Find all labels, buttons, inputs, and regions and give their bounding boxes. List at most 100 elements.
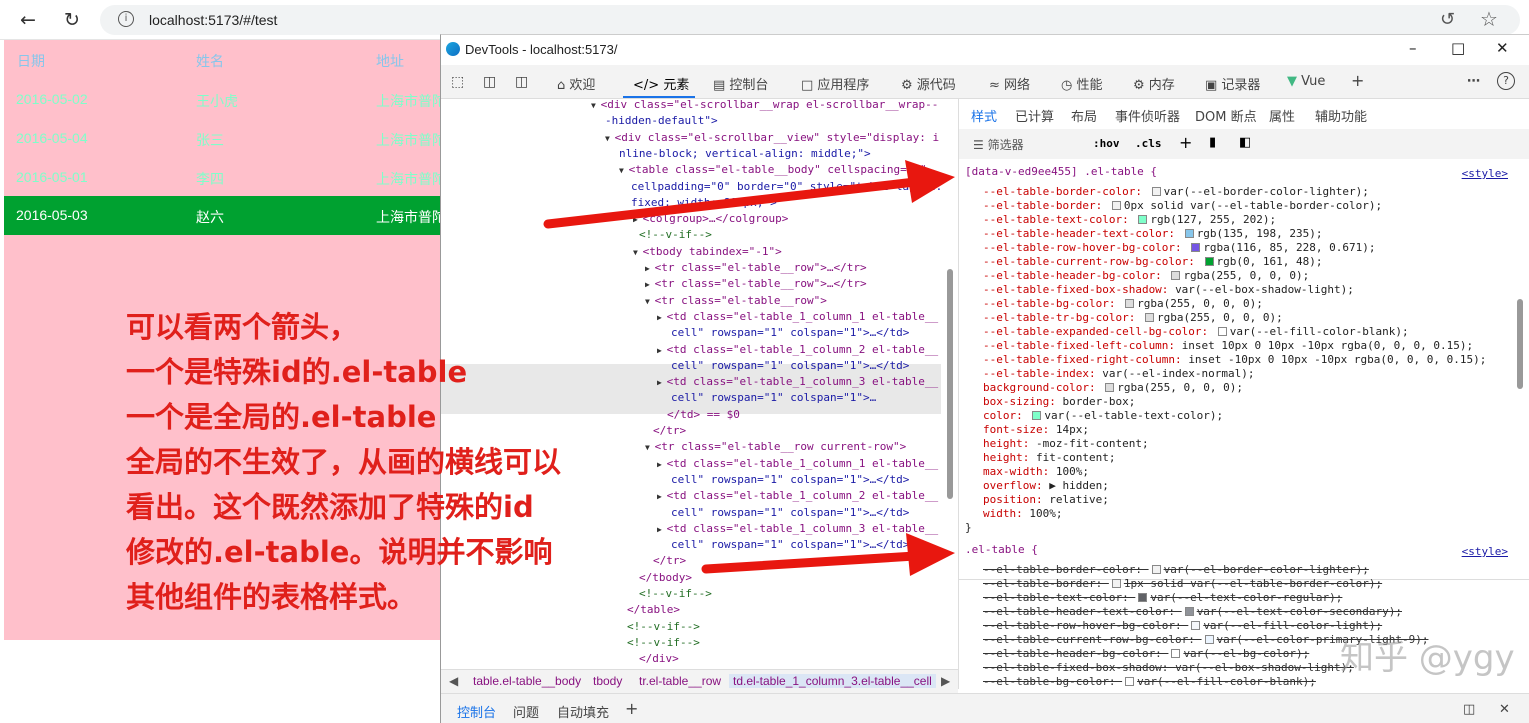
css-declaration[interactable]: --el-table-fixed-box-shadow: var(--el-bo…: [983, 661, 1354, 675]
color-swatch-icon[interactable]: [1204, 635, 1214, 644]
info-icon[interactable]: i: [118, 11, 134, 27]
refresh-icon[interactable]: ↻: [60, 8, 84, 32]
table-row-current[interactable]: 2016-05-03 赵六 上海市普陀: [4, 196, 446, 235]
add-tab-icon[interactable]: +: [1351, 71, 1364, 90]
css-declaration[interactable]: --el-table-row-hover-bg-color: var(--el-…: [983, 619, 1382, 633]
css-declaration[interactable]: --el-table-bg-color: rgba(255, 0, 0, 0);: [983, 297, 1263, 311]
tab-console[interactable]: ▤ 控制台: [713, 74, 768, 93]
drawer-close-icon[interactable]: ✕: [1499, 702, 1510, 717]
star-icon[interactable]: ☆: [1480, 7, 1498, 31]
css-declaration[interactable]: --el-table-border: 1px solid var(--el-ta…: [983, 577, 1382, 591]
expand-down-icon[interactable]: ▼: [633, 248, 643, 257]
css-declaration[interactable]: --el-table-header-text-color: rgb(135, 1…: [983, 227, 1323, 241]
stab-accessibility[interactable]: 辅助功能: [1315, 106, 1367, 125]
css-declaration[interactable]: --el-table-fixed-box-shadow: var(--el-bo…: [983, 283, 1354, 297]
tree-node[interactable]: <!--v-if-->: [639, 227, 712, 243]
color-swatch-icon[interactable]: [1125, 299, 1135, 308]
css-declaration[interactable]: --el-table-tr-bg-color: rgba(255, 0, 0, …: [983, 311, 1283, 325]
paint-icon[interactable]: ▮: [1209, 135, 1216, 150]
color-swatch-icon[interactable]: [1184, 607, 1194, 616]
css-declaration[interactable]: box-sizing: border-box;: [983, 395, 1135, 409]
device-icon[interactable]: ◫: [483, 74, 496, 90]
css-declaration[interactable]: --el-table-header-bg-color: rgba(255, 0,…: [983, 269, 1309, 283]
tree-node[interactable]: -hidden-default">: [605, 113, 718, 129]
new-rule-icon[interactable]: +: [1179, 133, 1192, 152]
crumb-item[interactable]: table.el-table__body: [473, 674, 581, 688]
filter-input[interactable]: ☰ 筛选器: [973, 136, 1024, 153]
tree-node[interactable]: ▶ <tr class="el-table__row">…</tr>: [645, 276, 867, 293]
tree-node[interactable]: cell" rowspan="1" colspan="1">…</td>: [671, 358, 909, 374]
color-swatch-icon[interactable]: [1184, 229, 1194, 238]
color-swatch-icon[interactable]: [1191, 243, 1201, 252]
crumb-item[interactable]: tbody: [593, 674, 622, 688]
sidebar-toggle-icon[interactable]: ◧: [1239, 135, 1251, 150]
css-declaration[interactable]: --el-table-fixed-left-column: inset 10px…: [983, 339, 1473, 353]
close-icon[interactable]: ✕: [1496, 39, 1509, 57]
inspect-icon[interactable]: ⬚: [451, 74, 464, 90]
tree-node[interactable]: fixed; width: 800px;">: [631, 195, 777, 211]
tab-vue[interactable]: ▼ Vue: [1287, 74, 1325, 89]
address-bar[interactable]: [100, 5, 1520, 35]
tree-node[interactable]: <!--v-if-->: [627, 619, 700, 635]
drawer-tab-console[interactable]: 控制台: [457, 702, 496, 721]
tree-node[interactable]: ▶ <td class="el-table_1_column_3 el-tabl…: [657, 521, 938, 538]
rule-source-link[interactable]: <style>: [1462, 167, 1508, 180]
expand-right-icon[interactable]: ▶: [645, 264, 655, 273]
css-declaration[interactable]: height: fit-content;: [983, 451, 1115, 465]
color-swatch-icon[interactable]: [1032, 411, 1042, 420]
hov-button[interactable]: :hov: [1093, 137, 1120, 150]
css-declaration[interactable]: font-size: 14px;: [983, 423, 1089, 437]
tree-node[interactable]: cell" rowspan="1" colspan="1">…</td>: [671, 537, 909, 553]
css-declaration[interactable]: --el-table-border-color: var(--el-border…: [983, 563, 1369, 577]
dock-drawer-icon[interactable]: ◫: [1463, 702, 1475, 717]
arrow-left-icon[interactable]: ←: [16, 8, 40, 32]
tree-node[interactable]: cell" rowspan="1" colspan="1">…</td>: [671, 505, 909, 521]
css-declaration[interactable]: height: -moz-fit-content;: [983, 437, 1149, 451]
css-declaration[interactable]: --el-table-fixed-right-column: inset -10…: [983, 353, 1486, 367]
rule-source-link[interactable]: <style>: [1462, 545, 1508, 558]
stab-event-listeners[interactable]: 事件侦听器: [1115, 106, 1180, 125]
tab-welcome[interactable]: ⌂ 欢迎: [557, 74, 595, 93]
expand-right-icon[interactable]: ▶: [645, 280, 655, 289]
color-swatch-icon[interactable]: [1171, 271, 1181, 280]
color-swatch-icon[interactable]: [1204, 257, 1214, 266]
tree-node[interactable]: cell" rowspan="1" colspan="1">…</td>: [671, 472, 909, 488]
stab-dom-breakpoints[interactable]: DOM 断点: [1195, 106, 1257, 125]
tree-node[interactable]: ▼ <tbody tabindex="-1">: [633, 244, 782, 261]
color-swatch-icon[interactable]: [1105, 383, 1115, 392]
stab-properties[interactable]: 属性: [1269, 106, 1295, 125]
tab-sources[interactable]: ⚙ 源代码: [901, 74, 956, 93]
expand-down-icon[interactable]: ▼: [591, 101, 601, 110]
tree-node[interactable]: </div>: [639, 651, 679, 667]
color-swatch-icon[interactable]: [1144, 313, 1154, 322]
css-declaration[interactable]: --el-table-index: var(--el-index-normal)…: [983, 367, 1255, 381]
color-swatch-icon[interactable]: [1138, 593, 1148, 602]
css-declaration[interactable]: --el-table-text-color: var(--el-text-col…: [983, 591, 1342, 605]
css-declaration[interactable]: --el-table-current-row-bg-color: rgb(0, …: [983, 255, 1323, 269]
more-icon[interactable]: ⋯: [1467, 74, 1480, 89]
color-swatch-icon[interactable]: [1151, 565, 1161, 574]
color-swatch-icon[interactable]: [1138, 215, 1148, 224]
translate-icon[interactable]: ↺: [1440, 9, 1455, 30]
styles-scrollbar[interactable]: [1517, 299, 1523, 389]
crumb-scroll-left-icon[interactable]: ◀: [449, 674, 458, 688]
tree-node[interactable]: cell" rowspan="1" colspan="1">…: [671, 390, 876, 406]
css-declaration[interactable]: overflow: ▶ hidden;: [983, 479, 1109, 493]
drawer-add-icon[interactable]: +: [625, 699, 638, 718]
tree-node[interactable]: nline-block; vertical-align: middle;">: [619, 146, 871, 162]
css-declaration[interactable]: --el-table-header-text-color: var(--el-t…: [983, 605, 1402, 619]
color-swatch-icon[interactable]: [1171, 649, 1181, 658]
css-declaration[interactable]: width: 100%;: [983, 507, 1062, 521]
drawer-tab-autofill[interactable]: 自动填充: [557, 702, 609, 721]
tree-node[interactable]: ▶ <td class="el-table_1_column_1 el-tabl…: [657, 456, 938, 473]
expand-down-icon[interactable]: ▼: [605, 134, 615, 143]
tab-application[interactable]: □ 应用程序: [801, 74, 869, 93]
tree-node[interactable]: ▶ <tr class="el-table__row">…</tr>: [645, 260, 867, 277]
cls-button[interactable]: .cls: [1135, 137, 1162, 150]
drawer-tab-issues[interactable]: 问题: [513, 702, 539, 721]
tab-network[interactable]: ≈ 网络: [989, 74, 1030, 93]
minimize-icon[interactable]: –: [1409, 39, 1417, 57]
tree-node[interactable]: cellpadding="0" border="0" style="table-…: [631, 179, 942, 195]
css-declaration[interactable]: --el-table-bg-color: var(--el-fill-color…: [983, 675, 1316, 689]
stab-styles[interactable]: 样式: [971, 106, 997, 125]
